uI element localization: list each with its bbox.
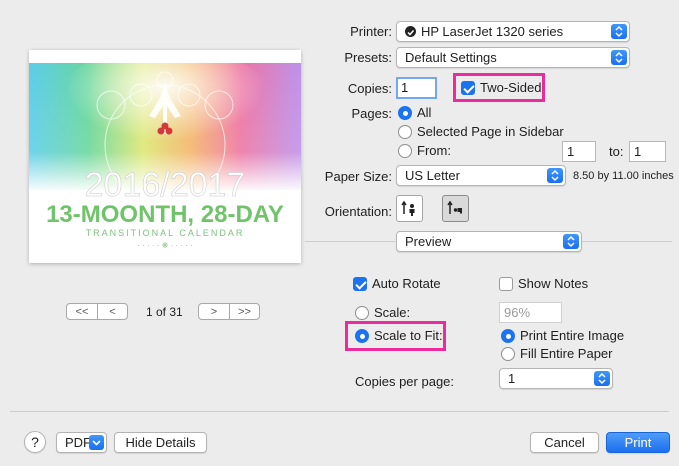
landscape-orientation-button[interactable] — [442, 195, 469, 222]
print-entire-image-label: Print Entire Image — [520, 328, 625, 343]
scale-label: Scale: — [374, 305, 411, 320]
scale-field[interactable]: 96% — [499, 302, 562, 323]
auto-rotate-check[interactable] — [353, 276, 367, 291]
calendar-year-text: 2016/2017 — [85, 166, 246, 204]
print-entire-image-radio[interactable] — [501, 328, 515, 343]
pages-from-field[interactable]: 1 — [562, 141, 596, 162]
show-notes-checkbox[interactable]: Show Notes — [499, 276, 588, 291]
printer-popup[interactable]: HP LaserJet 1320 series — [396, 21, 630, 42]
pages-all-label: All — [417, 105, 432, 120]
pages-label: Pages: — [351, 106, 392, 121]
presets-popup[interactable]: Default Settings — [396, 47, 630, 68]
calendar-cover-image: 2016/2017 13-MOONTH, 28-DAY TRANSITIONAL… — [29, 45, 301, 250]
pages-from-label: From: — [417, 143, 451, 158]
pages-all-option[interactable]: All — [398, 105, 431, 120]
show-notes-check[interactable] — [499, 276, 513, 291]
footer-separator — [10, 411, 669, 412]
show-notes-label: Show Notes — [518, 276, 589, 291]
popup-arrows-icon — [611, 24, 627, 39]
landscape-icon — [447, 200, 462, 214]
scale-to-fit-option[interactable]: Scale to Fit: — [355, 328, 443, 343]
copies-per-page-value: 1 — [508, 371, 516, 386]
next-page-button[interactable]: > — [199, 304, 229, 319]
popup-arrows-icon — [594, 371, 610, 386]
presets-label: Presets: — [344, 50, 392, 65]
scale-to-fit-radio[interactable] — [355, 328, 369, 343]
print-button[interactable]: Print — [606, 432, 670, 453]
preview-pager-forward: > >> — [198, 303, 260, 320]
copies-per-page-popup[interactable]: 1 — [499, 368, 613, 389]
section-separator-left — [305, 241, 395, 242]
hide-details-button[interactable]: Hide Details — [114, 432, 207, 453]
copies-field[interactable]: 1 — [396, 77, 437, 99]
scale-radio[interactable] — [355, 305, 369, 320]
pages-to-label: to: — [609, 144, 624, 159]
pages-selected-label: Selected Page in Sidebar — [417, 124, 564, 139]
paper-dimensions: 8.50 by 11.00 inches — [573, 170, 674, 182]
section-popup[interactable]: Preview — [396, 231, 582, 252]
help-button[interactable]: ? — [24, 431, 46, 453]
paper-size-popup[interactable]: US Letter — [396, 165, 566, 186]
chevron-down-icon — [89, 435, 104, 450]
popup-arrows-icon — [611, 50, 627, 65]
auto-rotate-label: Auto Rotate — [372, 276, 441, 291]
popup-arrows-icon — [563, 234, 579, 249]
first-page-button[interactable]: << — [67, 304, 97, 319]
two-sided-check[interactable] — [461, 80, 475, 95]
fill-entire-paper-label: Fill Entire Paper — [520, 346, 613, 361]
pages-selected-radio[interactable] — [398, 124, 412, 139]
two-sided-label: Two-Sided — [480, 80, 542, 95]
pages-from-option[interactable]: From: — [398, 143, 451, 158]
copies-label: Copies: — [347, 81, 392, 96]
pages-to-field[interactable]: 1 — [629, 141, 666, 162]
scale-option[interactable]: Scale: — [355, 305, 410, 320]
paper-size-value: US Letter — [405, 168, 460, 183]
two-sided-checkbox[interactable]: Two-Sided — [461, 80, 541, 95]
portrait-orientation-button[interactable] — [396, 195, 423, 222]
pdf-menu-button[interactable]: PDF — [56, 432, 107, 453]
pdf-label: PDF — [65, 435, 91, 450]
calendar-title-text: 13-MOONTH, 28-DAY — [46, 201, 284, 228]
paper-size-label: Paper Size: — [324, 169, 392, 184]
section-popup-value: Preview — [405, 234, 452, 249]
fill-entire-paper-option[interactable]: Fill Entire Paper — [501, 346, 612, 361]
printer-value: HP LaserJet 1320 series — [421, 24, 564, 39]
fill-entire-paper-radio[interactable] — [501, 346, 515, 361]
pages-selected-option[interactable]: Selected Page in Sidebar — [398, 124, 564, 139]
svg-text:· · · · · ❋ · · · · ·: · · · · · ❋ · · · · · — [137, 241, 193, 250]
print-preview-page: 2016/2017 13-MOONTH, 28-DAY TRANSITIONAL… — [29, 45, 301, 263]
portrait-icon — [401, 200, 415, 216]
auto-rotate-checkbox[interactable]: Auto Rotate — [353, 276, 441, 291]
calendar-subtitle-text: TRANSITIONAL CALENDAR — [86, 228, 245, 238]
last-page-button[interactable]: >> — [228, 304, 259, 319]
page-indicator: 1 of 31 — [146, 305, 183, 319]
printer-label: Printer: — [350, 24, 392, 39]
print-entire-image-option[interactable]: Print Entire Image — [501, 328, 624, 343]
copies-per-page-label: Copies per page: — [355, 374, 455, 389]
previous-page-button[interactable]: < — [96, 304, 127, 319]
section-separator-right — [582, 241, 672, 242]
scale-to-fit-label: Scale to Fit: — [374, 328, 443, 343]
presets-value: Default Settings — [405, 50, 497, 65]
pages-from-radio[interactable] — [398, 143, 412, 158]
pages-all-radio[interactable] — [398, 105, 412, 120]
popup-arrows-icon — [547, 168, 563, 183]
preview-pager-back: << < — [66, 303, 128, 320]
printer-status-icon — [405, 26, 416, 37]
orientation-label: Orientation: — [324, 204, 392, 219]
cancel-button[interactable]: Cancel — [530, 432, 599, 453]
